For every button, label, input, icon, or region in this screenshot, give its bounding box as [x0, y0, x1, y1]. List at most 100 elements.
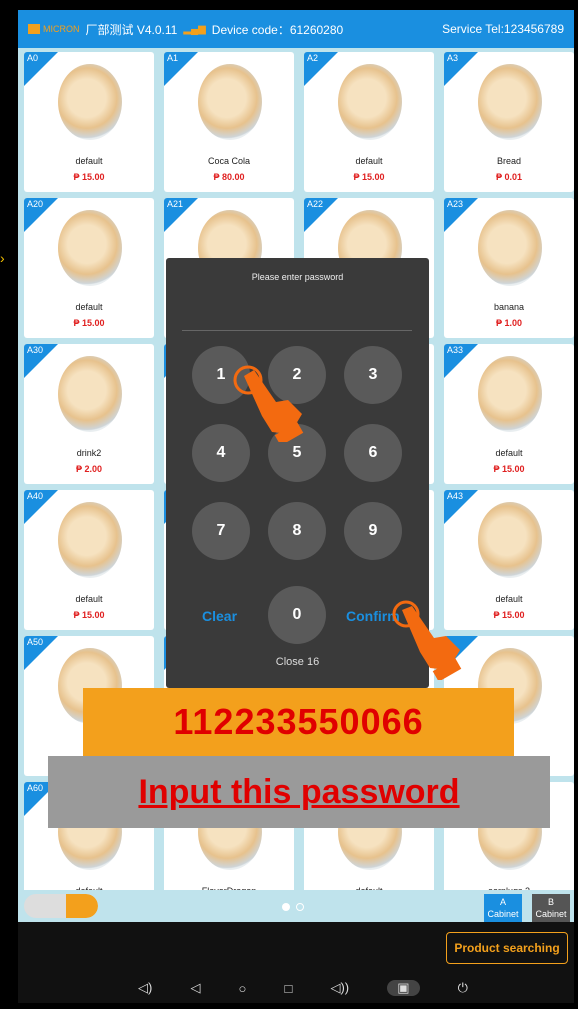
product-name: default	[75, 594, 103, 604]
product-image	[58, 502, 122, 578]
product-name: Bread	[496, 156, 522, 166]
slot-tag: A23	[444, 198, 478, 232]
product-card[interactable]: A0 default ₱ 15.00	[24, 52, 154, 192]
product-price: ₱ 15.00	[73, 318, 105, 328]
instruction-banner: Input this password	[48, 756, 550, 828]
cabinet-b-button[interactable]: B Cabinet	[532, 894, 570, 922]
key-3[interactable]: 3	[344, 346, 402, 404]
slot-tag: A3	[444, 52, 478, 86]
product-price: ₱ 2.00	[75, 464, 103, 474]
key-8[interactable]: 8	[268, 502, 326, 560]
power-icon[interactable]: ⏻	[458, 980, 468, 996]
product-price: ₱ 0.01	[495, 172, 523, 182]
product-name: default	[75, 302, 103, 312]
slot-id: A60	[27, 783, 44, 793]
product-price: ₱ 15.00	[73, 610, 105, 620]
volume-down-icon[interactable]: ◁)	[138, 980, 152, 996]
slot-id: A3	[447, 53, 459, 63]
product-name: default	[355, 156, 383, 166]
cabinet-a-label: Cabinet	[487, 909, 519, 919]
product-name: banana	[493, 302, 525, 312]
slot-tag: A21	[164, 198, 198, 232]
slot-tag: A0	[24, 52, 58, 86]
slot-tag: A40	[24, 490, 58, 524]
slot-id: A2	[307, 53, 319, 63]
product-name: drink2	[76, 448, 102, 458]
home-icon[interactable]: ○	[239, 981, 247, 996]
slot-id: A22	[307, 199, 324, 209]
product-price: ₱ 15.00	[73, 172, 105, 182]
slot-tag: A33	[444, 344, 478, 378]
product-image	[338, 64, 402, 140]
key-0[interactable]: 0	[268, 586, 326, 644]
android-nav-bar: ◁) ◁ ○ □ ◁)) ▣ ⏻	[138, 976, 468, 1000]
product-card[interactable]: A1 Coca Cola ₱ 80.00	[164, 52, 294, 192]
product-card[interactable]: A20 default ₱ 15.00	[24, 198, 154, 338]
product-price: ₱ 80.00	[213, 172, 245, 182]
product-card[interactable]: A23 banana ₱ 1.00	[444, 198, 574, 338]
cabinet-a-button[interactable]: A Cabinet	[484, 894, 522, 922]
slot-id: A0	[27, 53, 39, 63]
pointing-hand-icon	[233, 365, 304, 442]
service-tel: Service Tel:123456789	[442, 22, 564, 36]
product-price: ₱ 1.00	[495, 318, 523, 328]
device-code: Device code：61260280	[211, 22, 344, 37]
product-price: ₱ 15.00	[353, 172, 385, 182]
slot-id: A20	[27, 199, 44, 209]
product-name: default	[75, 156, 103, 166]
slot-id: A33	[447, 345, 464, 355]
volume-up-icon[interactable]: ◁))	[330, 980, 349, 996]
product-card[interactable]: A40 default ₱ 15.00	[24, 490, 154, 630]
vending-screen: MICRON 厂部测试 V4.0.11 ▂▄▆ Device code：6126…	[18, 10, 574, 1003]
recents-icon[interactable]: □	[285, 981, 293, 996]
slot-id: A43	[447, 491, 464, 501]
slot-tag: A20	[24, 198, 58, 232]
slot-id: A30	[27, 345, 44, 355]
toggle-on	[66, 894, 98, 918]
clear-button[interactable]: Clear	[202, 608, 237, 624]
screenshot-icon[interactable]: ▣	[387, 980, 420, 996]
slot-id: A1	[167, 53, 179, 63]
page-dot[interactable]	[296, 903, 304, 911]
side-arrow-icon: ›	[0, 250, 5, 266]
product-card[interactable]: A3 Bread ₱ 0.01	[444, 52, 574, 192]
back-icon[interactable]: ◁	[190, 980, 200, 996]
product-card[interactable]: A2 default ₱ 15.00	[304, 52, 434, 192]
key-6[interactable]: 6	[344, 424, 402, 482]
slot-id: A50	[27, 637, 44, 647]
page-indicator	[282, 903, 304, 911]
slot-tag: A43	[444, 490, 478, 524]
app-version: 厂部测试 V4.0.11	[85, 22, 178, 37]
slot-tag: A30	[24, 344, 58, 378]
password-banner: 112233550066	[83, 688, 514, 756]
signal-icon: ▂▄▆	[183, 23, 206, 35]
key-7[interactable]: 7	[192, 502, 250, 560]
product-card[interactable]: A30 drink2 ₱ 2.00	[24, 344, 154, 484]
slot-tag: A50	[24, 636, 58, 670]
product-search-button[interactable]: Product searching	[446, 932, 568, 964]
cabinet-b-label: Cabinet	[535, 909, 567, 919]
product-image	[58, 356, 122, 432]
logo-icon	[28, 24, 40, 34]
slot-id: A40	[27, 491, 44, 501]
product-name: default	[495, 448, 523, 458]
slot-id: A23	[447, 199, 464, 209]
view-toggle[interactable]	[24, 894, 98, 918]
brand-logo: MICRON	[28, 24, 80, 34]
status-bar: MICRON 厂部测试 V4.0.11 ▂▄▆ Device code：6126…	[18, 10, 574, 48]
slot-tag: A22	[304, 198, 338, 232]
product-image	[58, 210, 122, 286]
slot-tag: A2	[304, 52, 338, 86]
key-9[interactable]: 9	[344, 502, 402, 560]
brand-name: MICRON	[43, 24, 80, 34]
product-image	[478, 502, 542, 578]
product-image	[478, 210, 542, 286]
product-price: ₱ 15.00	[493, 464, 525, 474]
dialog-title: Please enter password	[251, 272, 344, 282]
pointing-hand-confirm-icon	[392, 600, 462, 680]
password-field[interactable]	[182, 330, 412, 331]
product-image	[198, 64, 262, 140]
product-card[interactable]: A33 default ₱ 15.00	[444, 344, 574, 484]
cabinet-b-letter: B	[547, 897, 554, 907]
product-name: Coca Cola	[207, 156, 251, 166]
